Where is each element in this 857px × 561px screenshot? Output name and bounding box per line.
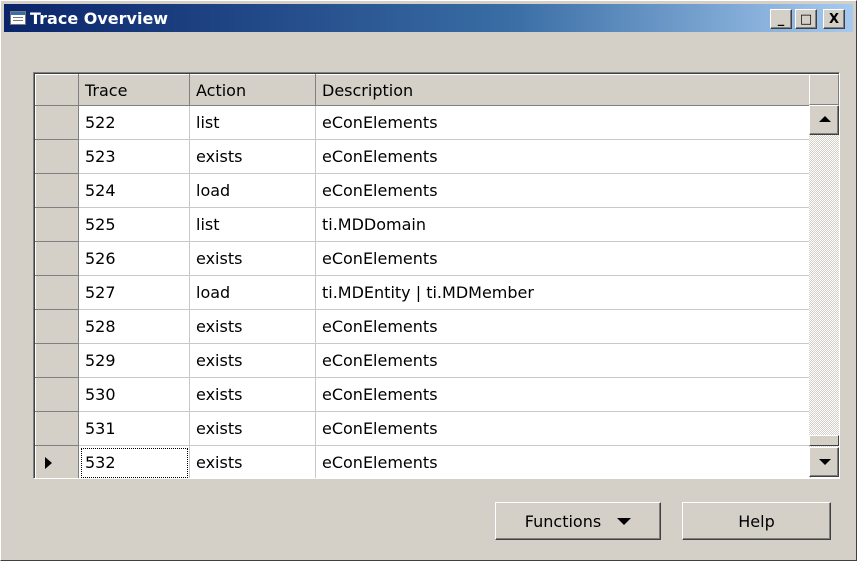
table-row[interactable]: 531 exists eConElements (35, 411, 811, 446)
cell-action[interactable]: exists (189, 377, 316, 412)
arrow-down-icon (819, 459, 831, 465)
cell-description[interactable]: eConElements (315, 309, 811, 344)
dropdown-arrow-icon (617, 517, 632, 525)
maximize-icon: □ (799, 11, 813, 27)
scroll-up-button[interactable] (809, 105, 839, 135)
maximize-button[interactable]: □ (795, 9, 817, 29)
table-row[interactable]: 528 exists eConElements (35, 309, 811, 344)
help-label: Help (738, 511, 775, 531)
cell-trace[interactable]: 530 (78, 377, 190, 412)
title-bar[interactable]: Trace Overview _ □ X (4, 4, 853, 32)
current-row-arrow-icon (45, 457, 52, 469)
trace-table: Trace Action Description 522 list eConElem… (35, 74, 811, 478)
scrollbar-corner (809, 74, 839, 105)
table-row[interactable]: 530 exists eConElements (35, 377, 811, 412)
table-row[interactable]: 532 exists eConElements (35, 445, 811, 478)
cell-description[interactable]: eConElements (315, 343, 811, 378)
row-selector[interactable] (35, 207, 79, 242)
cell-action[interactable]: list (189, 105, 316, 140)
cell-trace[interactable]: 526 (78, 241, 190, 276)
row-selector[interactable] (35, 309, 79, 344)
table-row[interactable]: 524 load eConElements (35, 173, 811, 208)
scrollbar-thumb[interactable] (809, 435, 839, 446)
column-header-action[interactable]: Action (189, 74, 316, 106)
cell-description[interactable]: eConElements (315, 105, 811, 140)
cell-trace[interactable]: 528 (78, 309, 190, 344)
cell-description[interactable]: eConElements (315, 139, 811, 174)
close-icon: X (828, 11, 840, 27)
row-selector[interactable] (35, 173, 79, 208)
functions-label: Functions (524, 511, 602, 531)
table-icon (10, 11, 26, 25)
cell-action[interactable]: exists (189, 139, 316, 174)
cell-action[interactable]: list (189, 207, 316, 242)
table-row[interactable]: 522 list eConElements (35, 105, 811, 140)
table-row[interactable]: 523 exists eConElements (35, 139, 811, 174)
scroll-down-button[interactable] (809, 447, 839, 477)
row-selector[interactable] (35, 241, 79, 276)
trace-grid[interactable]: Trace Action Description 522 list eConElem… (33, 72, 840, 479)
minimize-button[interactable]: _ (770, 9, 792, 29)
header-row: Trace Action Description (35, 74, 811, 106)
table-row[interactable]: 527 load ti.MDEntity | ti.MDMember (35, 275, 811, 310)
cell-trace[interactable]: 529 (78, 343, 190, 378)
cell-description[interactable]: eConElements (315, 445, 811, 478)
cell-trace[interactable]: 527 (78, 275, 190, 310)
cell-trace[interactable]: 525 (78, 207, 190, 242)
row-selector[interactable] (35, 377, 79, 412)
cell-trace[interactable]: 532 (78, 445, 190, 478)
window-title: Trace Overview (30, 9, 169, 28)
help-button[interactable]: Help (682, 502, 831, 540)
row-selector[interactable] (35, 411, 79, 446)
trace-overview-window: Trace Overview _ □ X Trace Action Descri… (0, 0, 857, 561)
arrow-up-icon (819, 116, 831, 122)
close-button[interactable]: X (823, 9, 845, 29)
row-selector[interactable] (35, 343, 79, 378)
cell-description[interactable]: ti.MDDomain (315, 207, 811, 242)
cell-action[interactable]: exists (189, 445, 316, 478)
vertical-scrollbar[interactable] (809, 105, 839, 477)
cell-description[interactable]: eConElements (315, 411, 811, 446)
cell-trace[interactable]: 531 (78, 411, 190, 446)
table-row[interactable]: 529 exists eConElements (35, 343, 811, 378)
cell-action[interactable]: load (189, 173, 316, 208)
table-row[interactable]: 525 list ti.MDDomain (35, 207, 811, 242)
column-header-trace[interactable]: Trace (78, 74, 190, 106)
cell-trace[interactable]: 522 (78, 105, 190, 140)
row-selector[interactable] (35, 139, 79, 174)
cell-description[interactable]: ti.MDEntity | ti.MDMember (315, 275, 811, 310)
cell-action[interactable]: exists (189, 309, 316, 344)
table-row[interactable]: 526 exists eConElements (35, 241, 811, 276)
cell-action[interactable]: exists (189, 241, 316, 276)
cell-trace[interactable]: 524 (78, 173, 190, 208)
cell-description[interactable]: eConElements (315, 173, 811, 208)
minimize-icon: _ (777, 11, 785, 27)
row-selector[interactable] (35, 445, 79, 478)
row-selector[interactable] (35, 105, 79, 140)
row-selector[interactable] (35, 275, 79, 310)
cell-action[interactable]: exists (189, 343, 316, 378)
cell-action[interactable]: exists (189, 411, 316, 446)
cell-trace[interactable]: 523 (78, 139, 190, 174)
cell-description[interactable]: eConElements (315, 241, 811, 276)
cell-action[interactable]: load (189, 275, 316, 310)
functions-button[interactable]: Functions (495, 502, 661, 540)
column-header-description[interactable]: Description (315, 74, 811, 106)
cell-description[interactable]: eConElements (315, 377, 811, 412)
row-selector-header[interactable] (35, 74, 79, 106)
